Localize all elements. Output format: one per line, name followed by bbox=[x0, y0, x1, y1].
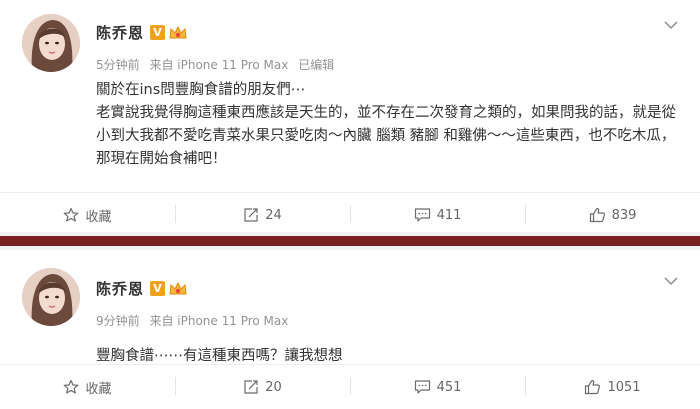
repost-button[interactable]: 20 bbox=[175, 365, 350, 409]
post-meta: 5分钟前 来自 iPhone 11 Pro Max 已编辑 bbox=[96, 56, 340, 73]
favorite-button[interactable]: 收藏 bbox=[0, 365, 175, 409]
user-name[interactable]: 陈乔恩 bbox=[96, 278, 144, 299]
like-button[interactable]: 1051 bbox=[525, 365, 700, 409]
favorite-label: 收藏 bbox=[85, 381, 112, 397]
post-source: 来自 iPhone 11 Pro Max bbox=[149, 58, 289, 72]
avatar[interactable] bbox=[22, 268, 80, 326]
comment-button[interactable]: 411 bbox=[350, 193, 525, 237]
repost-count: 24 bbox=[265, 207, 282, 223]
post-actions: 收藏 20 451 1051 bbox=[0, 364, 700, 409]
like-icon bbox=[585, 379, 601, 395]
comment-count: 451 bbox=[436, 379, 462, 395]
like-count: 839 bbox=[611, 207, 637, 223]
star-icon bbox=[64, 379, 79, 394]
star-icon bbox=[64, 207, 79, 222]
like-count: 1051 bbox=[607, 379, 641, 395]
verified-badge: V bbox=[150, 281, 166, 296]
weibo-post: 陈乔恩 V 9分钟前 来自 iPhone 11 Pro Max 豐胸食譜⋯⋯有這… bbox=[0, 250, 700, 406]
favorite-button[interactable]: 收藏 bbox=[0, 193, 175, 237]
post-time[interactable]: 5分钟前 bbox=[96, 58, 140, 72]
post-time[interactable]: 9分钟前 bbox=[96, 314, 140, 328]
weibo-post: 陈乔恩 V 5分钟前 来自 iPhone 11 Pro Max 已编辑 關於在i… bbox=[0, 0, 700, 232]
post-text: 關於在ins問豐胸食譜的朋友們⋯ 老實說我覺得胸這種東西應該是天生的，並不存在二… bbox=[96, 79, 681, 171]
vip-crown-icon bbox=[169, 25, 187, 38]
post-text-line: 關於在ins問豐胸食譜的朋友們⋯ bbox=[96, 82, 306, 98]
repost-icon bbox=[244, 380, 258, 394]
post-actions: 收藏 24 411 839 bbox=[0, 192, 700, 237]
user-name[interactable]: 陈乔恩 bbox=[96, 22, 144, 43]
user-name-row: 陈乔恩 V bbox=[96, 22, 188, 43]
repost-button[interactable]: 24 bbox=[175, 193, 350, 237]
like-button[interactable]: 839 bbox=[525, 193, 700, 237]
post-text-line: 老實說我覺得胸這種東西應該是天生的，並不存在二次發育之類的，如果問我的話，就是從… bbox=[96, 105, 676, 167]
chevron-down-icon[interactable] bbox=[664, 20, 678, 30]
chevron-down-icon[interactable] bbox=[664, 276, 678, 286]
favorite-label: 收藏 bbox=[85, 209, 112, 225]
comment-button[interactable]: 451 bbox=[350, 365, 525, 409]
comment-count: 411 bbox=[436, 207, 462, 223]
comment-icon bbox=[414, 380, 430, 394]
verified-badge: V bbox=[150, 25, 166, 40]
repost-icon bbox=[244, 208, 258, 222]
post-source: 来自 iPhone 11 Pro Max bbox=[149, 314, 289, 328]
like-icon bbox=[589, 207, 605, 223]
repost-count: 20 bbox=[265, 379, 282, 395]
comment-icon bbox=[414, 208, 430, 222]
section-divider bbox=[0, 236, 700, 246]
edited-label[interactable]: 已编辑 bbox=[298, 58, 334, 72]
user-name-row: 陈乔恩 V bbox=[96, 278, 188, 299]
vip-crown-icon bbox=[169, 281, 187, 294]
post-meta: 9分钟前 来自 iPhone 11 Pro Max bbox=[96, 312, 294, 329]
avatar[interactable] bbox=[22, 14, 80, 72]
